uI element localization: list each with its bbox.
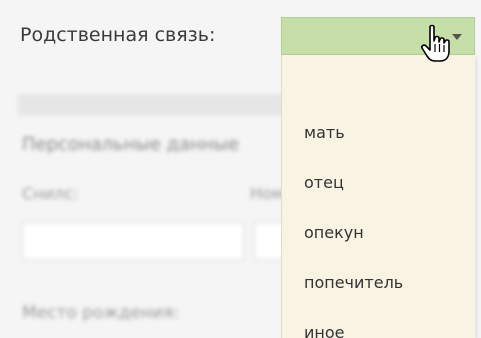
birthplace-label: Место рождения:	[22, 303, 180, 323]
chevron-down-icon	[452, 34, 462, 40]
section-divider	[18, 94, 288, 116]
option-other[interactable]: иное	[304, 323, 345, 338]
option-father[interactable]: отец	[304, 173, 344, 192]
snils-input[interactable]	[22, 222, 244, 260]
relationship-dropdown-list: мать отец опекун попечитель иное	[281, 55, 475, 338]
option-mother[interactable]: мать	[304, 123, 345, 142]
option-trustee[interactable]: попечитель	[304, 273, 403, 292]
number-label: Ном	[250, 184, 284, 203]
snils-label: Снилс:	[22, 184, 79, 203]
option-guardian[interactable]: опекун	[304, 223, 364, 242]
section-heading: Персональные данные	[22, 134, 239, 155]
relationship-label: Родственная связь:	[20, 24, 216, 46]
hand-pointer-icon	[421, 24, 450, 62]
